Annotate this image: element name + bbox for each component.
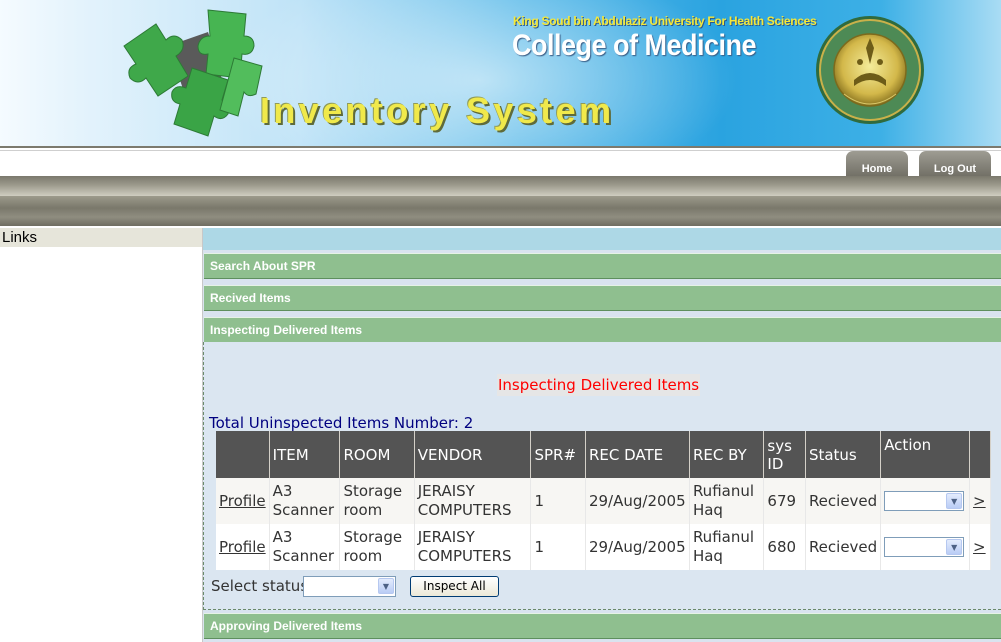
col-vendor: VENDOR	[414, 431, 532, 478]
cell-vendor: JERAISY COMPUTERS	[414, 524, 532, 570]
nav-band-lower	[0, 196, 1001, 226]
college-name: College of Medicine	[512, 29, 757, 62]
col-sys-id: sys ID	[763, 431, 806, 478]
table-row: Profile A3 Scanner Storage room JERAISY …	[216, 524, 991, 570]
items-table: ITEM ROOM VENDOR SPR# REC DATE REC BY sy…	[216, 431, 991, 570]
content-top-strip	[203, 228, 1001, 250]
cell-rec-date: 29/Aug/2005	[585, 478, 690, 524]
table-row: Profile A3 Scanner Storage room JERAISY …	[216, 478, 991, 524]
header-banner: King Soud bin Abdulaziz University For H…	[0, 0, 1001, 148]
table-header-row: ITEM ROOM VENDOR SPR# REC DATE REC BY sy…	[216, 431, 991, 478]
profile-link[interactable]: Profile	[219, 492, 266, 510]
total-uninspected: Total Uninspected Items Number: 2	[209, 414, 474, 432]
action-select[interactable]: ▼	[884, 537, 965, 557]
chevron-down-icon: ▼	[946, 493, 963, 509]
cell-room: Storage room	[339, 478, 415, 524]
col-action: Action	[880, 431, 971, 478]
inspecting-panel: Inspecting Delivered Items Total Uninspe…	[203, 342, 1001, 610]
col-profile	[216, 431, 270, 478]
section-inspecting[interactable]: Inspecting Delivered Items	[204, 317, 1001, 343]
inspect-all-button[interactable]: Inspect All	[410, 576, 499, 597]
section-approving[interactable]: Approving Delivered Items	[204, 613, 1001, 639]
nav-logout-tab[interactable]: Log Out	[919, 151, 991, 178]
section-search-spr[interactable]: Search About SPR	[204, 253, 1001, 279]
cell-status: Recieved	[805, 478, 882, 524]
nav-band-upper	[0, 176, 1001, 196]
col-rec-date: REC DATE	[585, 431, 690, 478]
sidebar: Links	[0, 228, 203, 642]
university-seal	[816, 16, 924, 124]
cell-sys-id: 679	[763, 478, 806, 524]
go-link[interactable]: >	[973, 538, 986, 556]
cell-room: Storage room	[339, 524, 415, 570]
cell-vendor: JERAISY COMPUTERS	[414, 478, 532, 524]
cell-sys-id: 680	[763, 524, 806, 570]
main-content: Search About SPR Recived Items Inspectin…	[203, 228, 1001, 642]
cell-item: A3 Scanner	[269, 478, 341, 524]
cell-spr: 1	[530, 524, 586, 570]
puzzle-pieces-logo	[123, 9, 263, 137]
cell-status: Recieved	[805, 524, 882, 570]
chevron-down-icon: ▼	[378, 578, 394, 594]
university-name: King Soud bin Abdulaziz University For H…	[513, 14, 817, 28]
panel-title: Inspecting Delivered Items	[497, 374, 701, 396]
go-link[interactable]: >	[973, 492, 986, 510]
sidebar-heading: Links	[0, 228, 202, 247]
system-title: Inventory System	[260, 90, 615, 131]
nav-home-tab[interactable]: Home	[846, 151, 908, 178]
select-status-label: Select status	[211, 577, 309, 595]
section-received-items[interactable]: Recived Items	[204, 285, 1001, 311]
cell-rec-date: 29/Aug/2005	[585, 524, 690, 570]
cell-item: A3 Scanner	[269, 524, 341, 570]
cell-spr: 1	[530, 478, 586, 524]
action-select[interactable]: ▼	[884, 491, 965, 511]
col-status: Status	[805, 431, 882, 478]
cell-rec-by: Rufianul Haq	[689, 478, 765, 524]
col-rec-by: REC BY	[689, 431, 765, 478]
chevron-down-icon: ▼	[946, 539, 963, 555]
col-room: ROOM	[339, 431, 415, 478]
col-spr: SPR#	[530, 431, 586, 478]
profile-link[interactable]: Profile	[219, 538, 266, 556]
col-go	[969, 431, 991, 478]
col-item: ITEM	[269, 431, 341, 478]
cell-rec-by: Rufianul Haq	[689, 524, 765, 570]
select-status-dropdown[interactable]: ▼	[303, 576, 396, 597]
